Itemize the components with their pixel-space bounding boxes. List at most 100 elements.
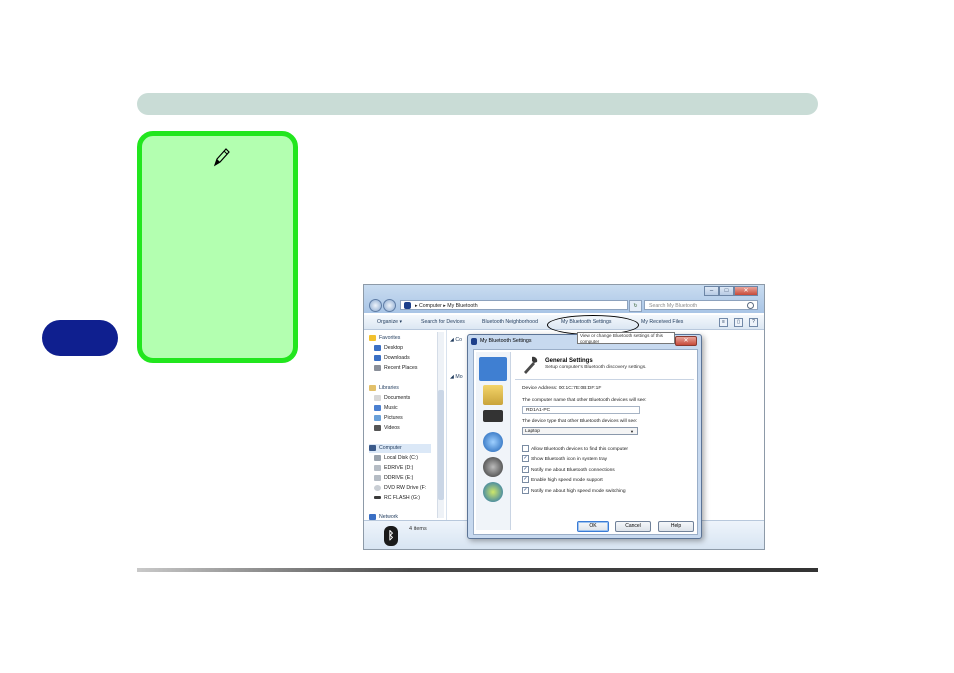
navigation-pane: Favorites Desktop Downloads Recent Place… <box>364 330 447 520</box>
checkbox-box: ✓ <box>522 466 529 473</box>
view-icon[interactable]: ≡ <box>719 318 728 327</box>
organize-button[interactable]: Organize ▾ <box>377 319 402 325</box>
nav-item-desktop[interactable]: Desktop <box>374 344 403 353</box>
drive-icon <box>374 474 381 481</box>
name-label: The computer name that other Bluetooth d… <box>522 398 647 403</box>
downloads-icon <box>374 354 381 361</box>
nav-item-documents[interactable]: Documents <box>374 394 410 403</box>
device-type-value: Laptop <box>525 429 540 434</box>
nav-item-music[interactable]: Music <box>374 404 398 413</box>
nav-item-drive-f[interactable]: DVD RW Drive (F: <box>374 484 426 493</box>
checkbox-high-speed[interactable]: ✓ Enable high speed mode support <box>522 476 603 484</box>
nav-item-drive-g[interactable]: RC FLASH (G:) <box>374 494 420 503</box>
music-icon <box>374 404 381 411</box>
device-type-select[interactable]: Laptop ▼ <box>522 427 638 435</box>
cancel-button[interactable]: Cancel <box>615 521 651 532</box>
nav-item-drive-e[interactable]: DDRIVE (E:) <box>374 474 413 483</box>
nav-buttons <box>369 299 397 312</box>
general-settings-subtitle: Setup computer's Bluetooth discovery set… <box>545 365 647 370</box>
search-icon <box>747 302 754 309</box>
dropdown-arrow-icon: ▼ <box>630 429 634 434</box>
view-controls: ≡ ▯ ? <box>713 318 758 327</box>
neighborhood-button[interactable]: Bluetooth Neighborhood <box>482 319 538 325</box>
pictures-icon <box>374 414 381 421</box>
wrench-icon <box>524 356 538 374</box>
drive-icon <box>374 464 381 471</box>
videos-icon <box>374 424 381 431</box>
help-icon[interactable]: ? <box>749 318 758 327</box>
forward-button[interactable] <box>383 299 396 312</box>
ok-button[interactable]: OK <box>577 521 609 532</box>
nav-favorites[interactable]: Favorites <box>369 334 400 343</box>
nav-item-videos[interactable]: Videos <box>374 424 400 433</box>
checkbox-box: ✓ <box>522 455 529 462</box>
refresh-button[interactable]: ↻ <box>629 300 642 312</box>
flash-drive-icon <box>374 496 381 500</box>
breadcrumb: ▸ Computer ▸ My Bluetooth <box>415 303 478 309</box>
checkbox-box: ✓ <box>522 487 529 494</box>
item-count: 4 items <box>409 526 427 532</box>
explorer-screenshot: – □ ✕ ▸ Computer ▸ My Bluetooth ↻ Search… <box>363 284 765 550</box>
bluetooth-address-icon <box>404 302 411 309</box>
note-box <box>137 131 298 363</box>
nav-item-downloads[interactable]: Downloads <box>374 354 410 363</box>
nav-scrollbar[interactable] <box>437 332 444 518</box>
file-transfer-tab[interactable] <box>483 385 503 405</box>
dvd-icon <box>374 484 381 491</box>
settings-dialog: My Bluetooth Settings ✕ General Settings… <box>467 334 702 539</box>
network-tab[interactable] <box>483 432 503 452</box>
checkbox-box <box>522 445 529 452</box>
preview-pane-icon[interactable]: ▯ <box>734 318 743 327</box>
dialog-bluetooth-icon <box>471 338 477 345</box>
checkbox-allow-discovery[interactable]: Allow Bluetooth devices to find this com… <box>522 445 628 453</box>
checkbox-box: ✓ <box>522 476 529 483</box>
maximize-button[interactable]: □ <box>719 286 734 296</box>
library-icon <box>369 384 376 391</box>
search-placeholder: Search My Bluetooth <box>649 303 698 309</box>
header-bar <box>137 93 818 115</box>
bluetooth-icon: ᛒ <box>384 526 398 546</box>
checkbox-notify-high-speed[interactable]: ✓ Notify me about high speed mode switchi… <box>522 487 626 495</box>
settings-sidebar <box>476 352 511 530</box>
type-label: The device type that other Bluetooth dev… <box>522 419 638 424</box>
title-bar: – □ ✕ ▸ Computer ▸ My Bluetooth ↻ Search… <box>364 285 764 313</box>
nav-computer[interactable]: Computer <box>369 444 431 453</box>
desktop-icon <box>374 344 381 351</box>
scroll-thumb[interactable] <box>438 390 444 500</box>
pencil-icon <box>213 148 230 167</box>
documents-icon <box>374 394 381 401</box>
recent-icon <box>374 364 381 371</box>
content-group-header: ◢ Co <box>450 337 463 343</box>
back-button[interactable] <box>369 299 382 312</box>
computer-icon <box>369 444 376 451</box>
dialog-body: General Settings Setup computer's Blueto… <box>473 349 698 535</box>
tooltip: View or change Bluetooth settings of thi… <box>577 332 675 344</box>
device-address: Device Address: 00:1C:7E:0B:DF:1F <box>522 386 602 391</box>
audio-tab[interactable] <box>483 457 503 477</box>
nav-item-drive-c[interactable]: Local Disk (C:) <box>374 454 418 463</box>
dialog-close-button[interactable]: ✕ <box>675 336 697 346</box>
window-controls: – □ ✕ <box>704 286 758 296</box>
nav-item-drive-d[interactable]: EDRIVE (D:) <box>374 464 413 473</box>
minimize-button[interactable]: – <box>704 286 719 296</box>
search-devices-button[interactable]: Search for Devices <box>421 319 465 325</box>
content-group-header: ◢ Mo <box>450 374 463 380</box>
received-files-button[interactable]: My Received Files <box>641 319 683 325</box>
star-icon <box>369 334 376 341</box>
general-settings-header: General Settings Setup computer's Blueto… <box>515 352 694 380</box>
nav-item-pictures[interactable]: Pictures <box>374 414 403 423</box>
general-settings-tab[interactable] <box>479 357 507 381</box>
nav-item-recent[interactable]: Recent Places <box>374 364 417 373</box>
help-button[interactable]: Help <box>658 521 694 532</box>
search-input[interactable]: Search My Bluetooth <box>644 300 758 310</box>
close-window-button[interactable]: ✕ <box>734 286 758 296</box>
general-settings-title: General Settings <box>545 358 593 364</box>
computer-name-field[interactable]: RD1A1-PC <box>522 406 640 414</box>
device-tab[interactable] <box>483 410 503 422</box>
nav-libraries[interactable]: Libraries <box>369 384 399 393</box>
checkbox-notify-connections[interactable]: ✓ Notify me about Bluetooth connections <box>522 466 615 474</box>
checkbox-tray-icon[interactable]: ✓ Show Bluetooth icon in system tray <box>522 455 607 463</box>
globe-tab[interactable] <box>483 482 503 502</box>
address-bar[interactable]: ▸ Computer ▸ My Bluetooth <box>400 300 628 310</box>
footer-rule <box>137 568 818 572</box>
